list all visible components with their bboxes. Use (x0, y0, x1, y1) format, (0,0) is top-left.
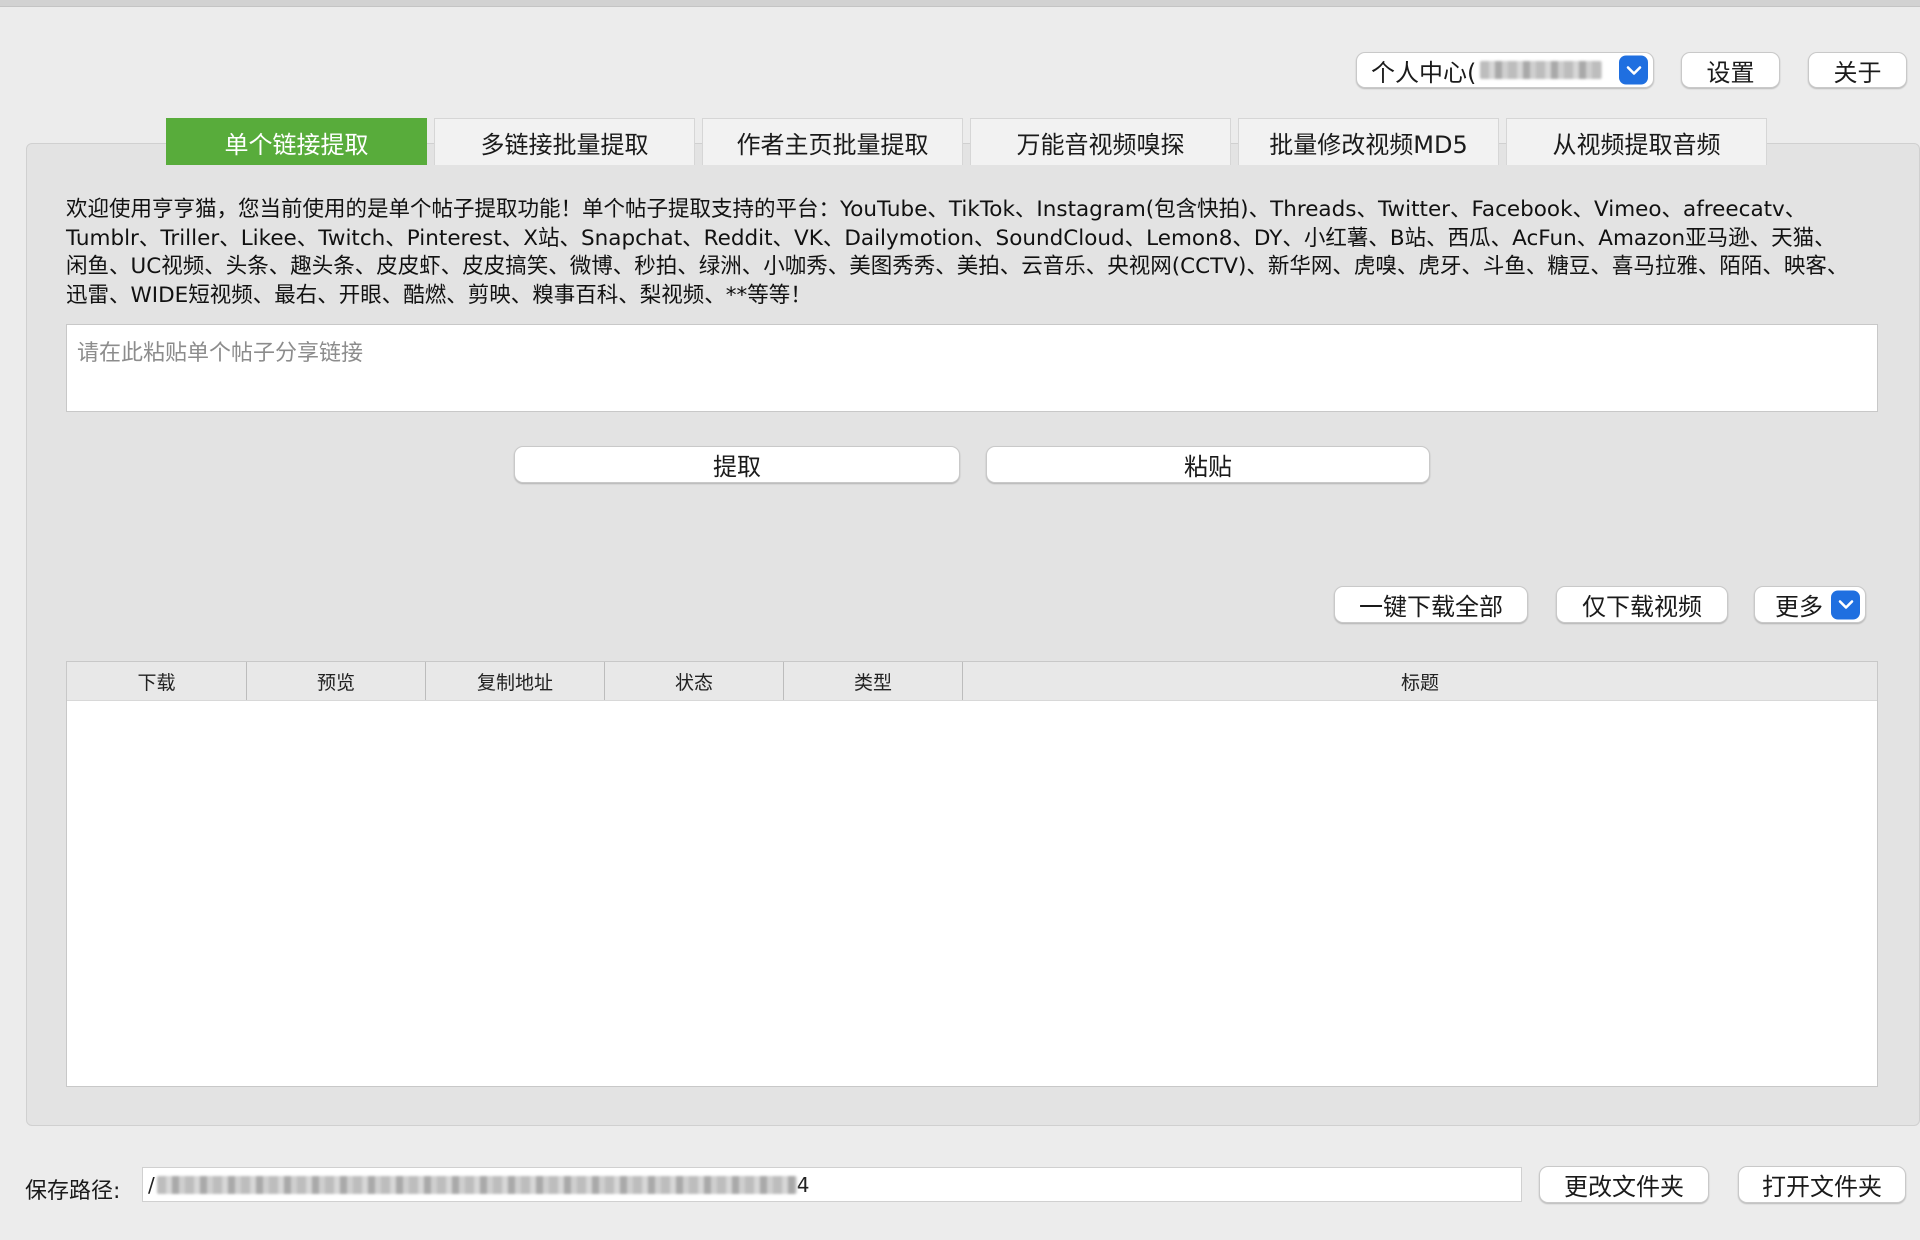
more-label: 更多 (1775, 593, 1823, 621)
download-video-only-button[interactable]: 仅下载视频 (1556, 586, 1728, 623)
user-center-label: 个人中心( (1371, 58, 1477, 87)
save-path-label: 保存路径: (25, 1179, 121, 1204)
download-all-button[interactable]: 一键下载全部 (1334, 586, 1528, 623)
tab-extract-audio[interactable]: 从视频提取音频 (1506, 118, 1767, 165)
paste-button[interactable]: 粘贴 (986, 446, 1430, 483)
extract-button[interactable]: 提取 (514, 446, 960, 483)
column-header-download[interactable]: 下载 (67, 662, 247, 700)
results-table[interactable]: 下载 预览 复制地址 状态 类型 标题 (66, 661, 1878, 1087)
tab-author-homepage-batch[interactable]: 作者主页批量提取 (702, 118, 963, 165)
link-input[interactable] (66, 324, 1878, 412)
column-header-preview[interactable]: 预览 (247, 662, 426, 700)
column-header-status[interactable]: 状态 (605, 662, 784, 700)
redacted-username (1480, 61, 1603, 79)
tab-single-link[interactable]: 单个链接提取 (166, 118, 427, 165)
save-path-field[interactable]: / 4 (142, 1167, 1522, 1202)
save-path-prefix: / (148, 1172, 155, 1197)
column-header-title[interactable]: 标题 (963, 662, 1877, 700)
settings-button[interactable]: 设置 (1681, 52, 1780, 88)
table-body (67, 701, 1877, 1087)
window-top-border (0, 0, 1920, 7)
tab-media-sniffer[interactable]: 万能音视频嗅探 (970, 118, 1231, 165)
supported-platforms-description: 欢迎使用亨亨猫，您当前使用的是单个帖子提取功能！单个帖子提取支持的平台：YouT… (66, 197, 1849, 308)
change-folder-button[interactable]: 更改文件夹 (1539, 1166, 1709, 1203)
chevron-down-icon (1619, 55, 1648, 85)
user-center-select[interactable]: 个人中心( (1356, 52, 1654, 88)
save-path-suffix: 4 (796, 1172, 810, 1197)
about-button[interactable]: 关于 (1808, 52, 1907, 88)
redacted-save-path (156, 1175, 797, 1194)
chevron-down-icon (1831, 590, 1860, 619)
more-select[interactable]: 更多 (1754, 586, 1866, 623)
tab-batch-md5[interactable]: 批量修改视频MD5 (1238, 118, 1499, 165)
open-folder-button[interactable]: 打开文件夹 (1738, 1166, 1906, 1203)
tab-multi-link-batch[interactable]: 多链接批量提取 (434, 118, 695, 165)
table-header: 下载 预览 复制地址 状态 类型 标题 (67, 662, 1877, 701)
column-header-type[interactable]: 类型 (784, 662, 963, 700)
column-header-copy-url[interactable]: 复制地址 (426, 662, 605, 700)
mode-tabs: 单个链接提取 多链接批量提取 作者主页批量提取 万能音视频嗅探 批量修改视频MD… (166, 118, 1767, 165)
